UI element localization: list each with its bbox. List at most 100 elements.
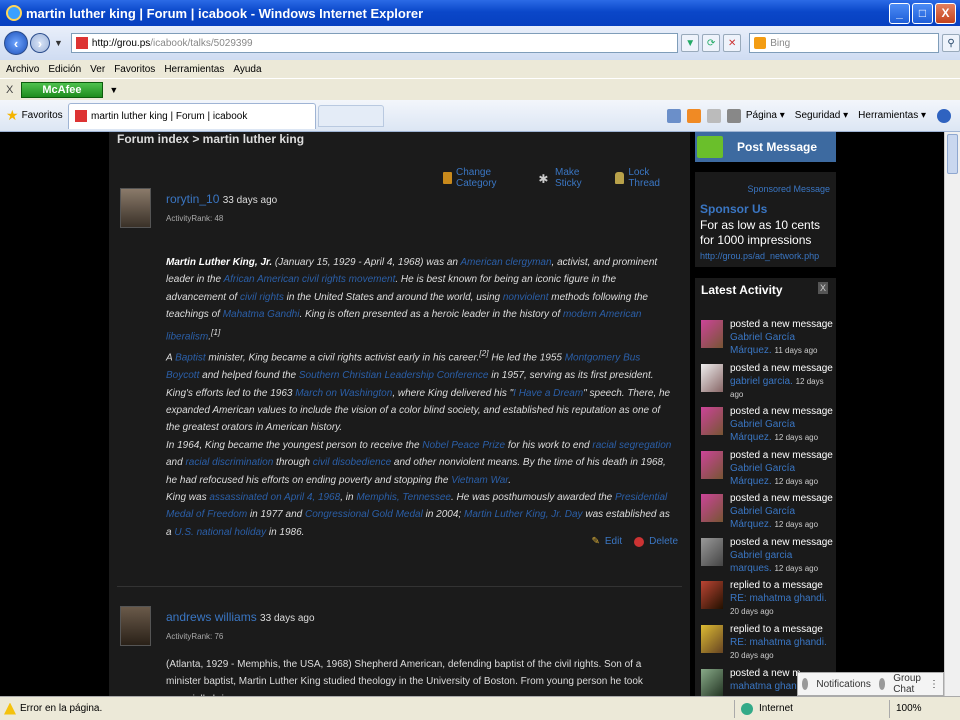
avatar[interactable] bbox=[120, 606, 151, 646]
activity-action: replied to a message bbox=[730, 624, 823, 635]
menu-herramientas[interactable]: Herramientas bbox=[164, 64, 224, 75]
avatar[interactable] bbox=[701, 669, 723, 696]
notifications-button[interactable]: Notifications bbox=[816, 679, 870, 690]
mcafee-close-button[interactable]: X bbox=[6, 84, 13, 96]
post-link[interactable]: Nobel Peace Prize bbox=[422, 440, 505, 451]
new-tab-button[interactable] bbox=[318, 104, 384, 127]
breadcrumb[interactable]: Forum index > martin luther king bbox=[117, 132, 304, 146]
activity-action: posted a new message bbox=[730, 319, 833, 330]
forward-arrow-icon[interactable]: › bbox=[29, 33, 50, 53]
avatar[interactable] bbox=[701, 581, 723, 609]
sponsor-title[interactable]: Sponsor Us bbox=[700, 202, 767, 216]
scrollbar-thumb[interactable] bbox=[947, 134, 958, 174]
post-message-button[interactable]: Post Message bbox=[695, 132, 836, 162]
mcafee-toolbar: X McAfee ▼ bbox=[0, 78, 960, 100]
vertical-scrollbar[interactable] bbox=[944, 132, 960, 696]
security-menu[interactable]: Seguridad ▾ bbox=[795, 110, 848, 121]
group-chat-button[interactable]: Group Chat bbox=[893, 673, 921, 695]
edit-button[interactable]: ✎ Edit bbox=[591, 536, 622, 547]
close-button[interactable]: X bbox=[935, 2, 956, 24]
address-bar[interactable]: http://grou.ps /icabook/talks/5029399 bbox=[70, 33, 679, 53]
sponsor-url[interactable]: http://grou.ps/ad_network.php bbox=[700, 251, 819, 261]
back-arrow-icon[interactable]: ‹ bbox=[4, 31, 28, 55]
notification-bar: Notifications Group Chat ⋮ bbox=[797, 672, 944, 696]
status-text[interactable]: Error en la página. bbox=[20, 703, 102, 714]
make-sticky-button[interactable]: ✱ Make Sticky bbox=[538, 167, 603, 189]
post-link[interactable]: American clergyman bbox=[460, 257, 551, 268]
menu-favoritos[interactable]: Favoritos bbox=[114, 64, 155, 75]
edit-label: Edit bbox=[604, 536, 623, 547]
post-link[interactable]: Memphis, Tennessee bbox=[356, 492, 451, 503]
minimize-button[interactable]: _ bbox=[889, 2, 910, 24]
avatar[interactable] bbox=[120, 188, 151, 228]
post-link[interactable]: nonviolent bbox=[503, 292, 549, 303]
search-input[interactable]: Bing bbox=[749, 33, 940, 53]
post-link[interactable]: Baptist bbox=[175, 353, 206, 364]
avatar[interactable] bbox=[701, 625, 723, 653]
post-link[interactable]: Martin Luther King, Jr. Day bbox=[464, 509, 583, 520]
avatar[interactable] bbox=[701, 494, 723, 522]
post-link[interactable]: Southern Christian Leadership Conference bbox=[299, 370, 489, 381]
post-link[interactable]: civil disobedience bbox=[313, 457, 391, 468]
menu-ver[interactable]: Ver bbox=[90, 64, 105, 75]
mcafee-dropdown-icon[interactable]: ▼ bbox=[109, 85, 118, 95]
lock-thread-button[interactable]: Lock Thread bbox=[615, 167, 678, 189]
rss-icon[interactable] bbox=[686, 108, 701, 123]
gear-icon: ✱ bbox=[538, 172, 549, 186]
stop-icon[interactable]: ✕ bbox=[723, 34, 742, 52]
avatar[interactable] bbox=[701, 407, 723, 435]
page-content: Forum index > martin luther king Change … bbox=[0, 132, 944, 696]
favorites-button[interactable]: ★ Favoritos bbox=[0, 107, 66, 124]
avatar[interactable] bbox=[701, 451, 723, 479]
post-link[interactable]: racial segregation bbox=[592, 440, 671, 451]
menu-archivo[interactable]: Archivo bbox=[6, 64, 39, 75]
activity-link[interactable]: mahatma ghandi bbox=[730, 681, 805, 692]
activity-link[interactable]: RE: mahatma ghandi. bbox=[730, 637, 827, 648]
activity-item: posted a new message Gabriel García Márqu… bbox=[701, 449, 834, 493]
favorites-label: Favoritos bbox=[21, 110, 63, 121]
activity-link[interactable]: gabriel garcia. bbox=[730, 376, 793, 387]
change-category-button[interactable]: Change Category bbox=[443, 167, 526, 189]
zoom-level[interactable]: 100% bbox=[890, 703, 960, 714]
username-link[interactable]: rorytin_10 bbox=[166, 192, 219, 206]
post-link[interactable]: assassinated on April 4, 1968 bbox=[209, 492, 340, 503]
avatar[interactable] bbox=[701, 538, 723, 566]
delete-button[interactable]: Delete bbox=[634, 536, 678, 547]
avatar[interactable] bbox=[701, 320, 723, 348]
settings-icon[interactable]: ⋮ bbox=[929, 679, 939, 690]
search-icon[interactable]: ⚲ bbox=[942, 34, 960, 52]
history-dropdown-icon[interactable]: ▼ bbox=[54, 38, 63, 48]
refresh-icon[interactable]: ⟳ bbox=[702, 34, 721, 52]
change-category-label: Change Category bbox=[455, 167, 497, 189]
post-link[interactable]: March on Washington bbox=[295, 388, 392, 399]
tools-menu[interactable]: Herramientas ▾ bbox=[858, 110, 926, 121]
post-link[interactable]: U.S. national holiday bbox=[174, 527, 266, 538]
post-actions: ✎ Edit Delete bbox=[579, 536, 678, 547]
maximize-button[interactable]: □ bbox=[912, 2, 933, 24]
post-link[interactable]: racial discrimination bbox=[185, 457, 273, 468]
menu-edicion[interactable]: Edición bbox=[48, 64, 81, 75]
activity-time: 12 days ago bbox=[774, 477, 819, 486]
post-link[interactable]: Vietnam War bbox=[451, 475, 508, 486]
mcafee-logo[interactable]: McAfee bbox=[21, 81, 104, 98]
activity-close-button[interactable]: X bbox=[818, 282, 828, 294]
compatibility-icon[interactable]: ▼ bbox=[681, 34, 700, 52]
post-link[interactable]: I Have a Dream bbox=[513, 388, 583, 399]
post-link[interactable]: civil rights bbox=[240, 292, 284, 303]
avatar[interactable] bbox=[701, 364, 723, 392]
home-icon[interactable] bbox=[666, 108, 681, 123]
post-link[interactable]: Mahatma Gandhi bbox=[223, 309, 300, 320]
post-body: Martin Luther King, Jr. (January 15, 192… bbox=[166, 257, 672, 538]
help-icon[interactable] bbox=[937, 108, 951, 123]
menu-ayuda[interactable]: Ayuda bbox=[233, 64, 261, 75]
page-menu[interactable]: Página ▾ bbox=[746, 110, 785, 121]
mail-icon[interactable] bbox=[706, 108, 721, 123]
sponsor-desc: For as low as 10 cents for 1000 impressi… bbox=[700, 218, 821, 247]
post-link[interactable]: African American civil rights movement bbox=[223, 274, 395, 285]
tab-active[interactable]: martin luther king | Forum | icabook bbox=[68, 102, 316, 129]
username-link[interactable]: andrews williams bbox=[166, 610, 257, 624]
activity-link[interactable]: RE: mahatma ghandi. bbox=[730, 593, 827, 604]
activity-item: posted a new message Gabriel garcia marqu… bbox=[701, 536, 834, 580]
print-icon[interactable] bbox=[726, 108, 741, 123]
post-link[interactable]: Congressional Gold Medal bbox=[305, 509, 423, 520]
